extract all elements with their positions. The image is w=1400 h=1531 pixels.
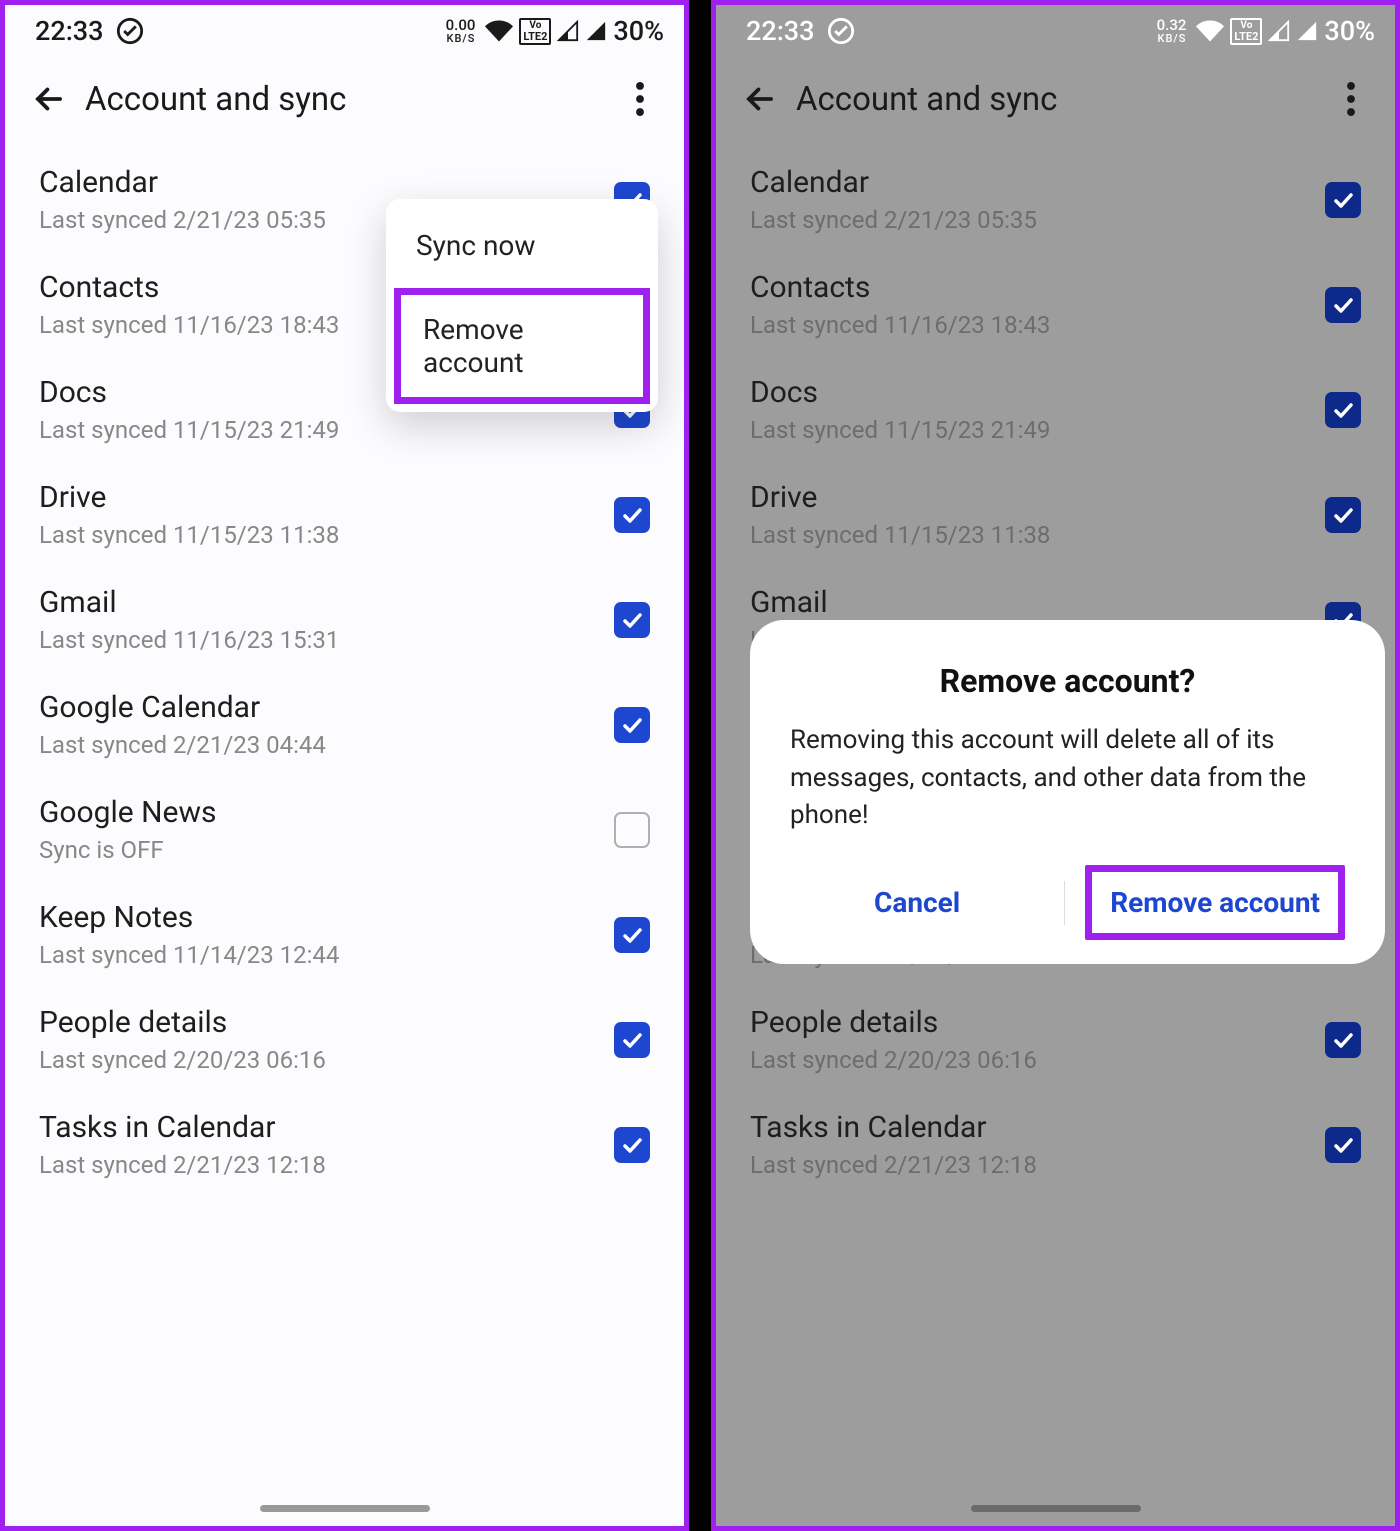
sync-checkbox[interactable] xyxy=(1325,287,1361,323)
sync-item-title: Google Calendar xyxy=(39,690,614,725)
sync-item[interactable]: Gmail Last synced 11/16/23 15:31 xyxy=(5,567,684,672)
sync-item[interactable]: Drive Last synced 11/15/23 11:38 xyxy=(716,462,1395,567)
overflow-popup-menu: Sync now Remove account xyxy=(386,199,658,412)
gesture-nav-bar[interactable] xyxy=(260,1505,430,1512)
sync-item[interactable]: Drive Last synced 11/15/23 11:38 xyxy=(5,462,684,567)
sync-checkbox[interactable] xyxy=(614,707,650,743)
page-title: Account and sync xyxy=(85,80,346,119)
back-button[interactable] xyxy=(738,77,782,121)
dialog-actions: Cancel Remove account xyxy=(790,865,1345,940)
sync-item-title: Gmail xyxy=(750,585,1325,620)
back-button[interactable] xyxy=(27,77,71,121)
sync-item-subtitle: Last synced 2/21/23 04:44 xyxy=(39,731,614,759)
data-rate: 0.32 KB/S xyxy=(1157,18,1187,44)
sync-item-subtitle: Last synced 11/16/23 15:31 xyxy=(39,626,614,654)
signal-2-icon xyxy=(1296,20,1318,42)
sync-item-title: Drive xyxy=(39,480,614,515)
sync-item[interactable]: Docs Last synced 11/15/23 21:49 xyxy=(716,357,1395,462)
sync-item[interactable]: Calendar Last synced 2/21/23 05:35 xyxy=(716,147,1395,252)
sync-item[interactable]: Google News Sync is OFF xyxy=(5,777,684,882)
data-rate: 0.00 KB/S xyxy=(446,18,476,44)
sync-item-title: Drive xyxy=(750,480,1325,515)
sync-item-title: People details xyxy=(39,1005,614,1040)
status-time: 22:33 xyxy=(746,15,815,47)
screenshot-left: 22:33 0.00 KB/S Vo LTE2 30% xyxy=(0,0,689,1531)
sync-item-subtitle: Last synced 11/16/23 18:43 xyxy=(750,311,1325,339)
sync-item-title: Tasks in Calendar xyxy=(750,1110,1325,1145)
volte-badge: Vo LTE2 xyxy=(1230,18,1262,45)
sync-item-subtitle: Last synced 2/20/23 06:16 xyxy=(750,1046,1325,1074)
sync-item-subtitle: Last synced 11/15/23 11:38 xyxy=(39,521,614,549)
overflow-menu-button[interactable] xyxy=(1329,77,1373,121)
sync-item-subtitle: Last synced 11/15/23 21:49 xyxy=(39,416,614,444)
sync-checkbox[interactable] xyxy=(614,812,650,848)
sync-item-title: Gmail xyxy=(39,585,614,620)
page-title: Account and sync xyxy=(796,80,1057,119)
sync-item[interactable]: People details Last synced 2/20/23 06:16 xyxy=(5,987,684,1092)
dialog-message: Removing this account will delete all of… xyxy=(790,722,1345,835)
sync-item-subtitle: Last synced 11/15/23 21:49 xyxy=(750,416,1325,444)
wifi-icon xyxy=(485,17,513,45)
overflow-menu-button[interactable] xyxy=(618,77,662,121)
sync-checkbox[interactable] xyxy=(1325,497,1361,533)
gesture-nav-bar[interactable] xyxy=(971,1505,1141,1512)
sync-item-subtitle: Last synced 2/21/23 12:18 xyxy=(750,1151,1325,1179)
wifi-icon xyxy=(1196,17,1224,45)
signal-2-icon xyxy=(585,20,607,42)
sync-item[interactable]: Contacts Last synced 11/16/23 18:43 xyxy=(716,252,1395,357)
status-time: 22:33 xyxy=(35,15,104,47)
app-bar: Account and sync xyxy=(716,51,1395,147)
sync-checkbox[interactable] xyxy=(1325,182,1361,218)
app-bar: Account and sync xyxy=(5,51,684,147)
focus-mode-icon xyxy=(827,17,855,45)
sync-checkbox[interactable] xyxy=(614,1022,650,1058)
dialog-title: Remove account? xyxy=(790,662,1345,700)
sync-checkbox[interactable] xyxy=(614,497,650,533)
dialog-confirm-button[interactable]: Remove account xyxy=(1085,865,1345,940)
sync-item-title: Tasks in Calendar xyxy=(39,1110,614,1145)
battery-percent: 30% xyxy=(1324,15,1375,47)
volte-badge: Vo LTE2 xyxy=(519,18,551,45)
battery-percent: 30% xyxy=(613,15,664,47)
sync-item[interactable]: Tasks in Calendar Last synced 2/21/23 12:… xyxy=(5,1092,684,1197)
sync-item-title: Calendar xyxy=(39,165,614,200)
sync-item-title: Google News xyxy=(39,795,614,830)
sync-checkbox[interactable] xyxy=(614,917,650,953)
sync-item-subtitle: Sync is OFF xyxy=(39,836,614,864)
sync-item-subtitle: Last synced 2/20/23 06:16 xyxy=(39,1046,614,1074)
sync-checkbox[interactable] xyxy=(614,1127,650,1163)
sync-item-subtitle: Last synced 2/21/23 05:35 xyxy=(750,206,1325,234)
screenshot-divider xyxy=(689,0,711,1531)
sync-checkbox[interactable] xyxy=(1325,1022,1361,1058)
sync-item[interactable]: People details Last synced 2/20/23 06:16 xyxy=(716,987,1395,1092)
sync-item-subtitle: Last synced 2/21/23 12:18 xyxy=(39,1151,614,1179)
sync-item[interactable]: Google Calendar Last synced 2/21/23 04:44 xyxy=(5,672,684,777)
sync-checkbox[interactable] xyxy=(614,602,650,638)
remove-account-dialog: Remove account? Removing this account wi… xyxy=(750,620,1385,964)
sync-item-title: Calendar xyxy=(750,165,1325,200)
status-bar: 22:33 0.32 KB/S Vo LTE2 30% xyxy=(716,5,1395,51)
sync-item[interactable]: Keep Notes Last synced 11/14/23 12:44 xyxy=(5,882,684,987)
dialog-cancel-button[interactable]: Cancel xyxy=(790,866,1044,939)
sync-checkbox[interactable] xyxy=(1325,1127,1361,1163)
screenshot-right: 22:33 0.32 KB/S Vo LTE2 30% xyxy=(711,0,1400,1531)
sync-item-title: Docs xyxy=(750,375,1325,410)
menu-item-remove-account[interactable]: Remove account xyxy=(394,288,650,404)
dialog-action-divider xyxy=(1064,881,1065,925)
menu-item-sync-now[interactable]: Sync now xyxy=(386,205,658,286)
sync-checkbox[interactable] xyxy=(1325,392,1361,428)
sync-item-subtitle: Last synced 11/15/23 11:38 xyxy=(750,521,1325,549)
signal-1-icon xyxy=(1268,20,1290,42)
sync-item-title: People details xyxy=(750,1005,1325,1040)
signal-1-icon xyxy=(557,20,579,42)
focus-mode-icon xyxy=(116,17,144,45)
sync-item-title: Keep Notes xyxy=(39,900,614,935)
sync-item-subtitle: Last synced 11/14/23 12:44 xyxy=(39,941,614,969)
status-bar: 22:33 0.00 KB/S Vo LTE2 30% xyxy=(5,5,684,51)
sync-item-title: Contacts xyxy=(750,270,1325,305)
sync-item[interactable]: Tasks in Calendar Last synced 2/21/23 12:… xyxy=(716,1092,1395,1197)
